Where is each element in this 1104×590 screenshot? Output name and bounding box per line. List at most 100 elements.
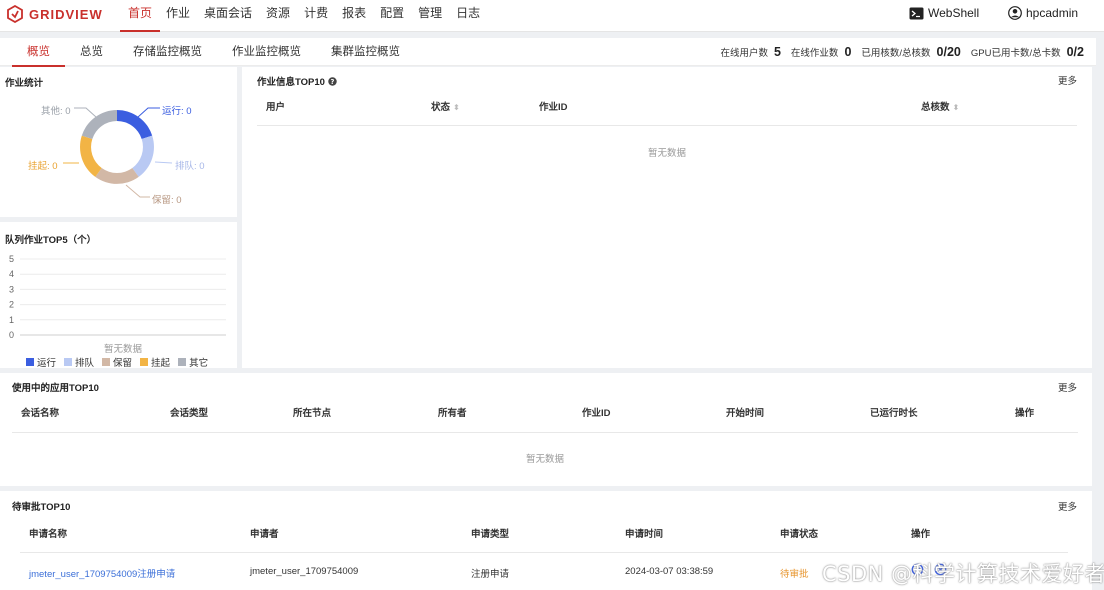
job-top10-panel: 作业信息TOP10 ? 更多 用户 状态 ⬍ 作业ID 总核数 ⬍ 暂无数据 (242, 67, 1092, 368)
col-header-actions: 操作 (1015, 408, 1035, 419)
legend-swatch-queued (64, 358, 73, 366)
tab-cluster-monitor[interactable]: 集群监控概览 (316, 38, 415, 66)
legend-item-reserved[interactable]: 保留 (102, 355, 132, 369)
legend-label-suspended: 挂起 (151, 358, 171, 369)
col-header-request-type: 申请类型 (471, 529, 510, 540)
legend-swatch-other (178, 358, 187, 366)
y-tick-label: 4 (9, 269, 14, 279)
tab-summary[interactable]: 总览 (65, 38, 118, 66)
legend-item-running[interactable]: 运行 (26, 355, 56, 369)
legend-item-suspended[interactable]: 挂起 (140, 355, 170, 369)
y-tick-label: 5 (9, 254, 14, 264)
col-header-applicant: 申请者 (250, 529, 279, 540)
queue-top5-panel: 队列作业TOP5（个） 012345 暂无数据 (0, 222, 237, 368)
stat-online-users-label: 在线用户数 (720, 48, 768, 59)
donut-segment-reserved[interactable] (95, 168, 139, 184)
col-header-start-time: 开始时间 (726, 408, 765, 419)
job-stats-donut (63, 107, 173, 198)
col-header-user: 用户 (266, 102, 286, 113)
sub-tab-bar: 概览 总览 存储监控概览 作业监控概览 集群监控概览 在线用户数 5 在线作业数… (0, 38, 1096, 67)
stat-gpu-value: 0/2 (1066, 45, 1084, 59)
donut-segment-running[interactable] (117, 110, 153, 139)
cluster-stats: 在线用户数 5 在线作业数 0 已用核数/总核数 0/20 GPU已用卡数/总卡… (720, 38, 1084, 66)
pending-top10-title: 待审批TOP10 (12, 502, 71, 513)
queue-chart-legend: 运行 排队 保留 挂起 其它 (26, 355, 216, 369)
legend-label-other: 其它 (189, 358, 209, 369)
gridview-logo-icon (7, 5, 23, 23)
request-type: 注册申请 (471, 569, 510, 580)
stat-cores-value: 0/20 (936, 45, 961, 59)
col-header-request-status: 申请状态 (780, 529, 819, 540)
job-top10-title: 作业信息TOP10 (257, 77, 325, 88)
nav-item-desktop-sessions[interactable]: 桌面会话 (204, 0, 252, 32)
nav-item-home[interactable]: 首页 (119, 0, 161, 32)
y-tick-label: 2 (9, 300, 14, 310)
donut-segment-queued[interactable] (132, 135, 154, 177)
pending-top10-more-link[interactable]: 更多 (1058, 499, 1077, 513)
apps-top10-empty: 暂无数据 (526, 454, 565, 465)
watermark-text: CSDN @科学计算技术爱好者 (822, 562, 1104, 586)
col-header-app-job-id: 作业ID (582, 408, 611, 419)
nav-item-billing[interactable]: 计费 (304, 0, 328, 32)
logo-text: GRIDVIEW (29, 6, 103, 22)
donut-label-other: 其他: 0 (41, 106, 71, 117)
tab-storage-monitor[interactable]: 存储监控概览 (118, 38, 217, 66)
donut-label-suspended: 挂起: 0 (28, 161, 58, 172)
col-header-job-id: 作业ID (539, 102, 568, 113)
y-tick-label: 0 (9, 330, 14, 340)
nav-item-jobs[interactable]: 作业 (166, 0, 190, 32)
tab-job-monitor[interactable]: 作业监控概览 (217, 38, 316, 66)
request-time: 2024-03-07 03:38:59 (625, 566, 714, 577)
legend-label-running: 运行 (37, 358, 57, 369)
leader-line-queued (154, 161, 173, 164)
stat-cores-label: 已用核数/总核数 (861, 48, 931, 59)
tab-overview[interactable]: 概览 (12, 38, 65, 67)
donut-segment-other[interactable] (81, 110, 117, 139)
nav-item-resources[interactable]: 资源 (266, 0, 290, 32)
col-header-session-type: 会话类型 (170, 408, 209, 419)
y-tick-label: 3 (9, 284, 14, 294)
donut-label-running: 运行: 0 (162, 106, 192, 117)
legend-swatch-suspended (140, 358, 149, 366)
col-header-request-time: 申请时间 (625, 529, 664, 540)
nav-item-admin[interactable]: 管理 (418, 0, 442, 32)
sort-icon: ⬍ (952, 103, 960, 112)
apps-top10-more-link[interactable]: 更多 (1058, 380, 1077, 394)
logo[interactable]: GRIDVIEW (6, 5, 103, 23)
col-header-total-cores[interactable]: 总核数 ⬍ (921, 99, 959, 113)
y-tick-label: 1 (9, 315, 14, 325)
legend-swatch-reserved (102, 358, 111, 366)
webshell-button[interactable]: WebShell (909, 0, 979, 26)
stat-online-jobs-value: 0 (844, 45, 852, 59)
col-header-request-actions: 操作 (911, 529, 931, 540)
legend-label-reserved: 保留 (113, 358, 133, 369)
nav-item-config[interactable]: 配置 (380, 0, 404, 32)
top-navbar: GRIDVIEW 首页 作业 桌面会话 资源 计费 报表 配置 管理 日志 We… (0, 0, 1104, 32)
legend-label-queued: 排队 (75, 358, 95, 369)
user-menu[interactable]: hpcadmin (1008, 0, 1078, 26)
request-name-link[interactable]: jmeter_user_1709754009注册申请 (29, 566, 175, 580)
table-header-divider (20, 552, 1068, 553)
stat-gpu-label: GPU已用卡数/总卡数 (970, 48, 1061, 59)
job-top10-more-link[interactable]: 更多 (1058, 73, 1077, 87)
col-header-status[interactable]: 状态 ⬍ (431, 99, 460, 113)
stat-online-jobs-label: 在线作业数 (790, 48, 839, 59)
nav-item-logs[interactable]: 日志 (456, 0, 480, 32)
user-name: hpcadmin (1026, 6, 1079, 20)
leader-line-running (137, 107, 160, 118)
stat-online-users-value: 5 (773, 45, 781, 59)
legend-item-queued[interactable]: 排队 (64, 355, 94, 369)
col-header-elapsed: 已运行时长 (870, 408, 918, 419)
table-header-divider (12, 432, 1078, 433)
donut-label-queued: 排队: 0 (175, 161, 205, 172)
legend-item-other[interactable]: 其它 (178, 355, 208, 369)
col-header-owner: 所有者 (438, 408, 467, 419)
job-top10-title-wrap: 作业信息TOP10 ? (257, 74, 337, 88)
col-header-node: 所在节点 (293, 408, 332, 419)
queue-chart-empty: 暂无数据 (104, 344, 143, 355)
legend-swatch-running (26, 358, 34, 366)
table-header-divider (257, 125, 1077, 126)
help-icon[interactable]: ? (328, 76, 337, 86)
donut-segment-suspended[interactable] (80, 135, 102, 177)
nav-item-reports[interactable]: 报表 (342, 0, 366, 32)
